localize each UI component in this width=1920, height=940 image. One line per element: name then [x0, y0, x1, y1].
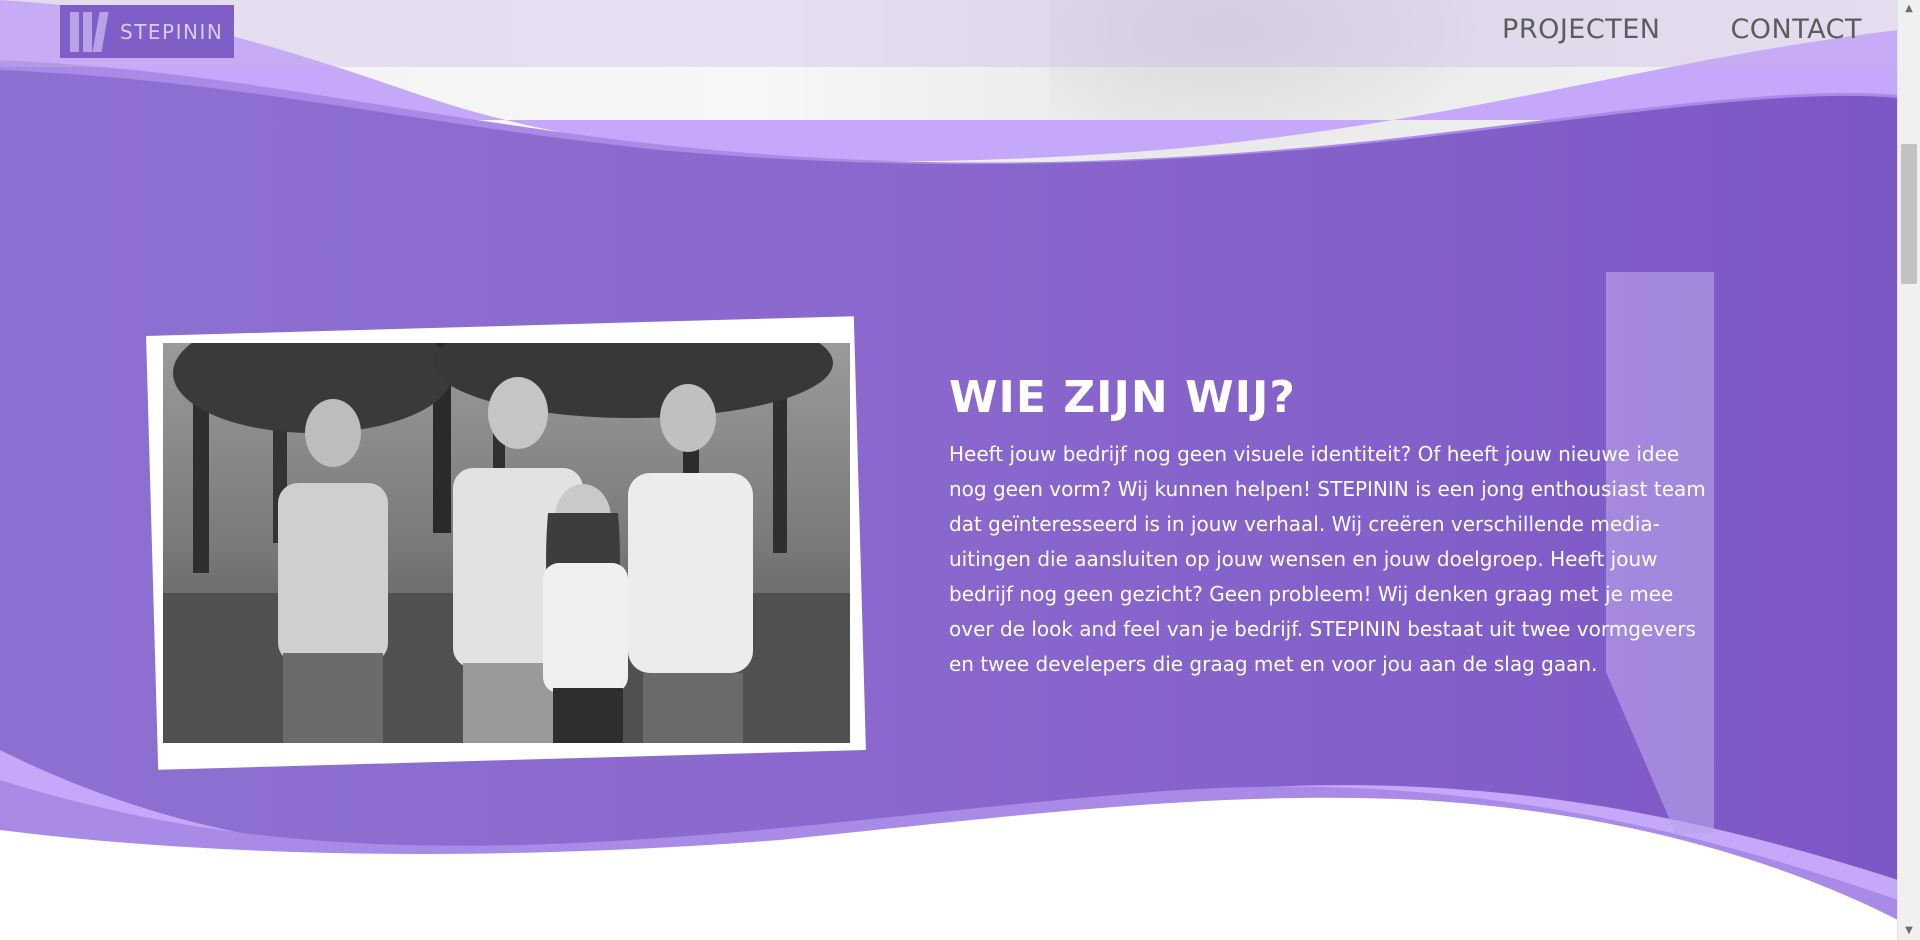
logo-mark-icon — [70, 11, 110, 52]
main-nav: PROJECTEN CONTACT — [1502, 14, 1862, 45]
scroll-thumb[interactable] — [1901, 144, 1917, 284]
site-header: STEPININ PROJECTEN CONTACT — [0, 0, 1898, 67]
about-text-block: WIE ZIJN WIJ? Heeft jouw bedrijf nog gee… — [949, 372, 1719, 682]
vertical-scrollbar[interactable]: ▲ ▼ — [1897, 0, 1920, 940]
nav-link-contact[interactable]: CONTACT — [1730, 14, 1862, 45]
logo-link[interactable]: STEPININ — [60, 5, 234, 58]
page: WIE ZIJN WIJ? Heeft jouw bedrijf nog gee… — [0, 0, 1920, 940]
team-photo-image — [163, 343, 850, 743]
nav-link-projecten[interactable]: PROJECTEN — [1502, 14, 1660, 45]
logo-text: STEPININ — [120, 19, 224, 44]
about-body: Heeft jouw bedrijf nog geen visuele iden… — [949, 442, 1706, 676]
team-photo — [163, 343, 850, 743]
scroll-down-arrow-icon[interactable]: ▼ — [1898, 922, 1920, 940]
about-title: WIE ZIJN WIJ? — [949, 372, 1296, 423]
scroll-up-arrow-icon[interactable]: ▲ — [1898, 0, 1920, 18]
about-section: WIE ZIJN WIJ? Heeft jouw bedrijf nog gee… — [0, 0, 1898, 940]
